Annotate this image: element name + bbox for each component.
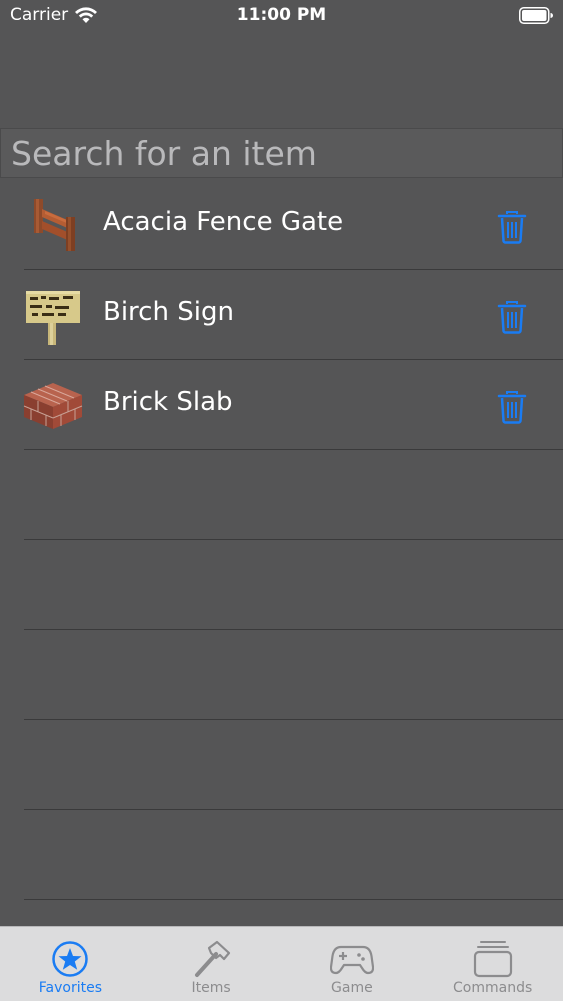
tab-label: Game bbox=[331, 980, 373, 996]
gamepad-icon bbox=[329, 945, 374, 975]
item-name: Acacia Fence Gate bbox=[103, 207, 344, 237]
status-bar: Carrier 11:00 PM bbox=[0, 0, 563, 34]
battery-icon bbox=[519, 7, 553, 24]
list-item[interactable]: Acacia Fence Gate bbox=[0, 180, 563, 270]
brick-slab-icon bbox=[23, 383, 83, 429]
tab-label: Commands bbox=[453, 980, 533, 996]
hammer-icon bbox=[195, 940, 231, 977]
item-name: Birch Sign bbox=[103, 297, 234, 327]
tab-game[interactable]: Game bbox=[282, 927, 423, 1001]
list-item[interactable]: Brick Slab bbox=[0, 360, 563, 450]
stack-icon bbox=[473, 941, 512, 978]
empty-row bbox=[0, 450, 563, 540]
empty-row bbox=[0, 810, 563, 900]
empty-row bbox=[0, 630, 563, 720]
star-icon bbox=[52, 941, 89, 977]
tab-label: Items bbox=[191, 980, 231, 996]
trash-icon[interactable] bbox=[497, 300, 527, 334]
list-item[interactable]: Birch Sign bbox=[0, 270, 563, 360]
search-bar bbox=[0, 128, 563, 178]
tab-favorites[interactable]: Favorites bbox=[0, 927, 141, 1001]
trash-icon[interactable] bbox=[497, 390, 527, 424]
trash-icon[interactable] bbox=[497, 210, 527, 244]
tab-commands[interactable]: Commands bbox=[422, 927, 563, 1001]
acacia-fence-gate-icon bbox=[34, 199, 75, 251]
tab-bar: Favorites Items Game Commands bbox=[0, 926, 563, 1001]
status-time: 11:00 PM bbox=[236, 5, 327, 25]
empty-row bbox=[0, 720, 563, 810]
tab-label: Favorites bbox=[38, 980, 102, 996]
item-name: Brick Slab bbox=[103, 387, 233, 417]
tab-items[interactable]: Items bbox=[141, 927, 282, 1001]
birch-sign-icon bbox=[26, 291, 80, 345]
empty-row bbox=[0, 540, 563, 630]
row-divider bbox=[24, 899, 563, 900]
search-input[interactable] bbox=[11, 129, 551, 177]
favorites-list: Acacia Fence Gate Birch Sign Brick Slab bbox=[0, 180, 563, 900]
